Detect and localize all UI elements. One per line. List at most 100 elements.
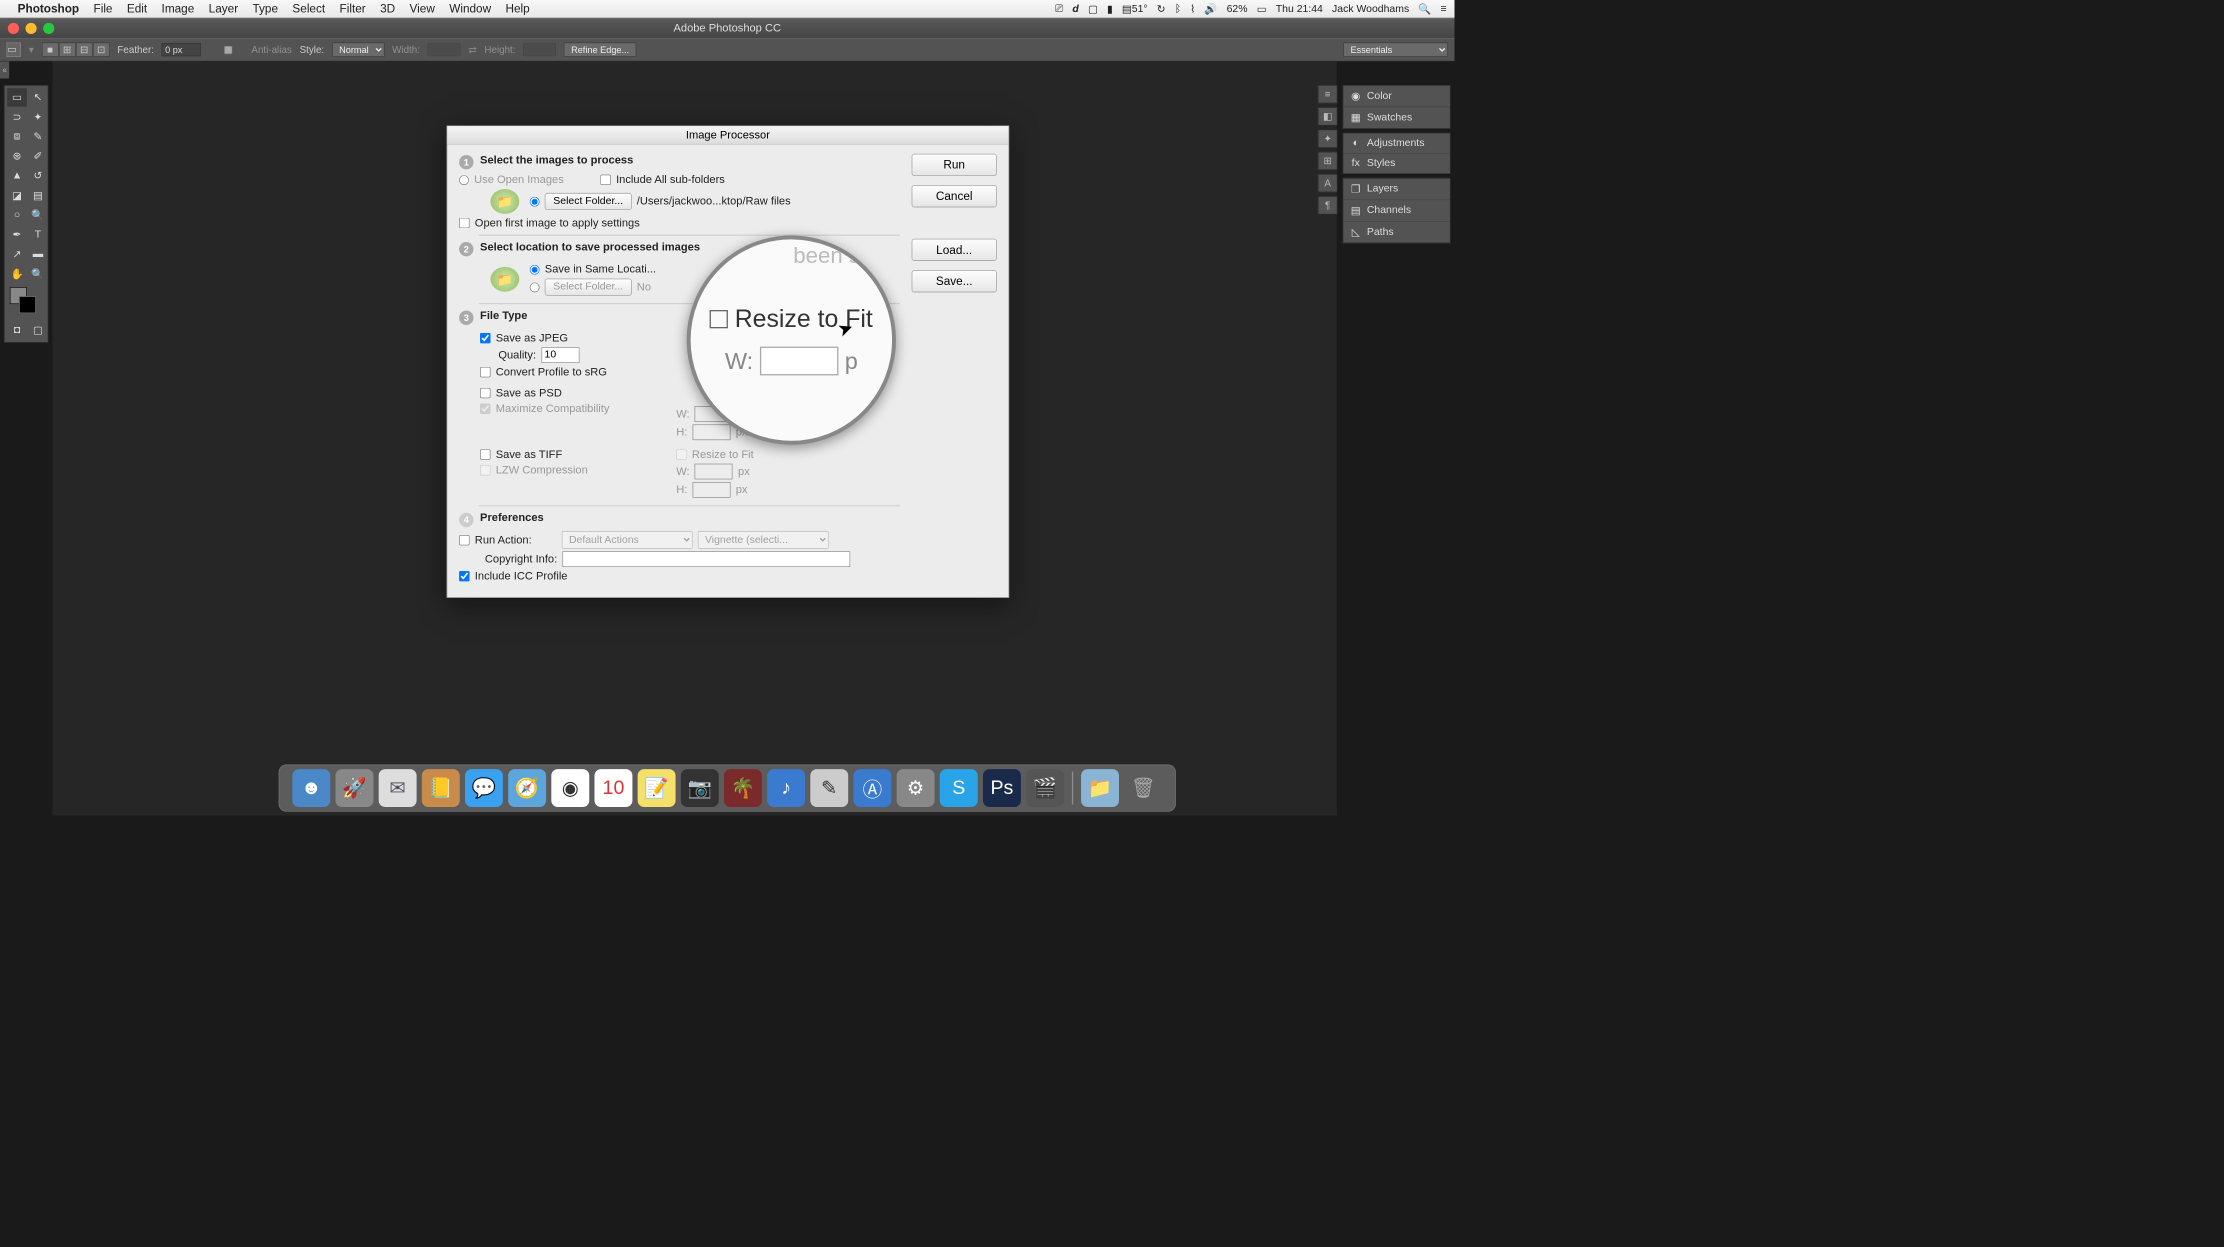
dock-preferences[interactable]: ⚙ [897, 769, 935, 807]
menu-view[interactable]: View [410, 2, 435, 16]
loupe-resize-checkbox[interactable] [710, 310, 728, 328]
clock[interactable]: Thu 21:44 [1276, 3, 1323, 15]
run-action-checkbox[interactable] [459, 535, 469, 545]
menulet-icon[interactable]: ⎚ [1055, 3, 1063, 15]
dock-contacts[interactable]: 📒 [422, 769, 460, 807]
menu-file[interactable]: File [94, 2, 113, 16]
save-jpeg-checkbox[interactable] [480, 333, 490, 343]
volume-icon[interactable]: 🔊 [1204, 2, 1217, 15]
dock-finder[interactable]: ☻ [292, 769, 330, 807]
save-psd-checkbox[interactable] [480, 388, 490, 398]
pen-tool-icon[interactable]: ✒ [7, 226, 27, 244]
selection-add-icon[interactable]: ⊞ [59, 43, 76, 57]
panel-tab-styles[interactable]: fxStyles [1343, 154, 1450, 174]
selection-mode-segment[interactable]: ■ ⊞ ⊟ ⊡ [42, 43, 110, 57]
dock-folder[interactable]: 📁 [1081, 769, 1119, 807]
selection-intersect-icon[interactable]: ⊡ [93, 43, 110, 57]
traffic-lights[interactable] [8, 23, 54, 34]
move-tool-icon[interactable]: ↖ [28, 88, 48, 106]
eraser-tool-icon[interactable]: ◪ [7, 186, 27, 204]
panel-tab-color[interactable]: ◉Color [1343, 86, 1450, 108]
lasso-tool-icon[interactable]: ⊃ [7, 108, 27, 126]
eyedropper-tool-icon[interactable]: ✎ [28, 128, 48, 146]
spotlight-icon[interactable]: 🔍 [1418, 2, 1431, 15]
open-first-checkbox[interactable] [459, 218, 469, 228]
menulet-icon[interactable]: d [1072, 3, 1078, 15]
save-button[interactable]: Save... [912, 270, 997, 292]
panel-icon[interactable]: ⊞ [1318, 152, 1338, 170]
sync-icon[interactable]: ↻ [1157, 2, 1166, 15]
copyright-input[interactable] [562, 551, 850, 567]
same-location-radio[interactable] [530, 265, 540, 275]
selection-subtract-icon[interactable]: ⊟ [76, 43, 93, 57]
cancel-button[interactable]: Cancel [912, 185, 997, 207]
close-window-icon[interactable] [8, 23, 19, 34]
current-tool-icon[interactable]: ▭ [7, 43, 21, 57]
style-select[interactable]: Normal [332, 43, 384, 57]
panel-tab-adjustments[interactable]: ◐Adjustments [1343, 133, 1450, 153]
color-swatches[interactable] [7, 284, 48, 319]
crop-tool-icon[interactable]: ⧈ [7, 128, 27, 146]
background-color[interactable] [19, 296, 36, 313]
use-open-images-radio[interactable] [459, 175, 469, 185]
dock-chrome[interactable]: ◉ [551, 769, 589, 807]
notification-center-icon[interactable]: ≡ [1441, 3, 1447, 15]
dock-trash[interactable]: 🗑 [1124, 769, 1162, 807]
refine-edge-button[interactable]: Refine Edge... [564, 43, 636, 57]
run-button[interactable]: Run [912, 154, 997, 176]
collapse-toggle-icon[interactable]: « [0, 61, 9, 78]
include-subfolders-checkbox[interactable] [600, 175, 610, 185]
zoom-tool-icon[interactable]: 🔍 [28, 265, 48, 283]
panel-icon[interactable]: ≡ [1318, 85, 1338, 103]
bluetooth-icon[interactable]: ᛒ [1175, 3, 1181, 15]
dodge-tool-icon[interactable]: 🔍 [28, 206, 48, 224]
zoom-window-icon[interactable] [43, 23, 54, 34]
menu-type[interactable]: Type [253, 2, 279, 16]
dock-itunes[interactable]: ♪ [767, 769, 805, 807]
dock-notes[interactable]: 📝 [638, 769, 676, 807]
dock-calendar[interactable]: 10 [594, 769, 632, 807]
icc-checkbox[interactable] [459, 571, 469, 581]
history-brush-tool-icon[interactable]: ↺ [28, 167, 48, 185]
panel-tab-channels[interactable]: ▤Channels [1343, 200, 1450, 222]
quality-input[interactable] [541, 347, 579, 363]
menu-layer[interactable]: Layer [209, 2, 238, 16]
blur-tool-icon[interactable]: ○ [7, 206, 27, 224]
hand-tool-icon[interactable]: ✋ [7, 265, 27, 283]
panel-icon[interactable]: A [1318, 174, 1338, 192]
menu-filter[interactable]: Filter [340, 2, 366, 16]
menu-window[interactable]: Window [449, 2, 491, 16]
menu-select[interactable]: Select [292, 2, 325, 16]
dock-textedit[interactable]: ✎ [810, 769, 848, 807]
dock-imovie[interactable]: 🎬 [1026, 769, 1064, 807]
menu-edit[interactable]: Edit [127, 2, 147, 16]
battery-percent[interactable]: 62% [1227, 3, 1248, 15]
wifi-icon[interactable]: ⌇ [1190, 2, 1195, 15]
dock-photobooth[interactable]: 📷 [681, 769, 719, 807]
stamp-tool-icon[interactable]: ▲ [7, 167, 27, 185]
save-select-folder-radio[interactable] [530, 282, 540, 292]
gradient-tool-icon[interactable]: ▤ [28, 186, 48, 204]
dock-photoshop[interactable]: Ps [983, 769, 1021, 807]
quickmask-icon[interactable]: ◘ [7, 321, 27, 339]
dock-mail[interactable]: ✉ [379, 769, 417, 807]
select-folder-button[interactable]: Select Folder... [545, 193, 632, 210]
dock-safari[interactable]: 🧭 [508, 769, 546, 807]
select-folder-radio[interactable] [530, 197, 540, 207]
save-select-folder-button[interactable]: Select Folder... [545, 279, 632, 296]
load-button[interactable]: Load... [912, 239, 997, 261]
loupe-w-input[interactable] [760, 346, 838, 375]
panel-icon[interactable]: ¶ [1318, 196, 1338, 214]
save-tiff-checkbox[interactable] [480, 449, 490, 459]
screenmode-icon[interactable]: ▢ [28, 321, 48, 339]
selection-new-icon[interactable]: ■ [42, 43, 59, 57]
menu-3d[interactable]: 3D [380, 2, 395, 16]
type-tool-icon[interactable]: T [28, 226, 48, 244]
app-name[interactable]: Photoshop [18, 2, 79, 16]
shape-tool-icon[interactable]: ▬ [28, 245, 48, 263]
dock-iphoto[interactable]: 🌴 [724, 769, 762, 807]
menu-help[interactable]: Help [505, 2, 529, 16]
brush-tool-icon[interactable]: ✐ [28, 147, 48, 165]
marquee-tool-icon[interactable]: ▭ [7, 88, 27, 106]
panel-tab-layers[interactable]: ❒Layers [1343, 179, 1450, 201]
